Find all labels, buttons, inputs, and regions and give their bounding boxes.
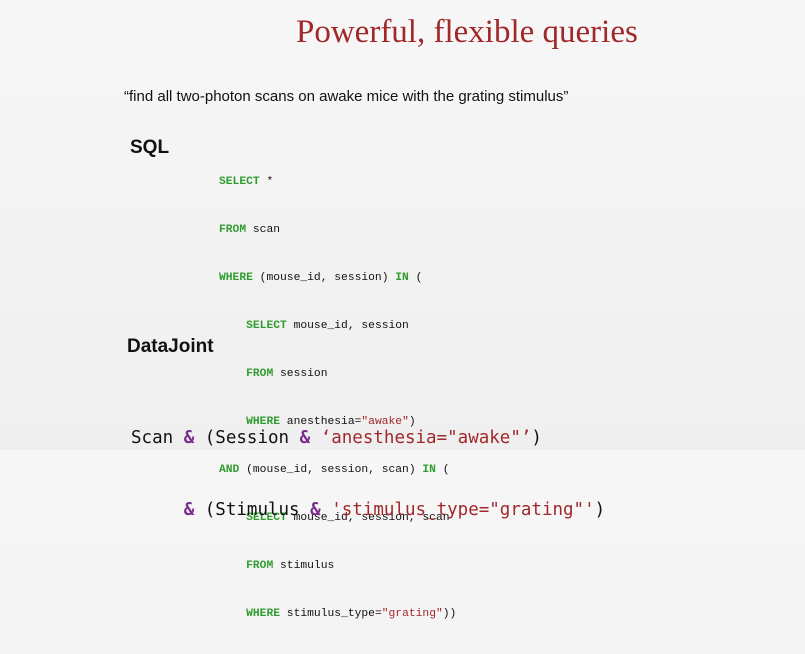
- sql-keyword: SELECT: [246, 320, 287, 332]
- sql-string: "grating": [381, 608, 443, 620]
- sql-indent: [219, 320, 246, 332]
- sql-text: (: [408, 272, 423, 284]
- datajoint-line: Scan & (Session & ‘anesthesia="awake"’): [131, 426, 605, 450]
- sql-text: stimulus_type=: [280, 608, 382, 620]
- sql-line: WHERE (mouse_id, session) IN (: [219, 270, 456, 286]
- sql-line: FROM scan: [219, 222, 456, 238]
- dj-text: ): [531, 428, 542, 448]
- datajoint-line: & (Stimulus & 'stimulus_type="grating"'): [131, 498, 606, 522]
- dj-operator: &: [310, 500, 321, 520]
- dj-operator: &: [183, 428, 195, 448]
- dj-string: ‘anesthesia="awake"’: [320, 428, 532, 448]
- sql-text: )): [442, 608, 457, 620]
- dj-string: 'stimulus_type="grating"': [331, 500, 595, 520]
- sql-keyword: FROM: [219, 224, 247, 236]
- sql-line: WHERE stimulus_type="grating")): [219, 606, 456, 622]
- sql-indent: [219, 608, 246, 620]
- dj-operator: &: [183, 500, 195, 520]
- sql-text: *: [259, 176, 274, 188]
- dj-text: (Stimulus: [194, 500, 311, 520]
- sql-line: SELECT *: [219, 174, 456, 190]
- sql-keyword: SELECT: [219, 176, 260, 188]
- sql-text: (mouse_id, session): [252, 272, 396, 284]
- datajoint-code-block: Scan & (Session & ‘anesthesia="awake"’) …: [131, 378, 605, 570]
- sql-keyword: WHERE: [246, 608, 281, 620]
- sql-text: mouse_id, session: [286, 320, 409, 332]
- datajoint-label: DataJoint: [127, 336, 214, 357]
- dj-operator: &: [299, 428, 311, 448]
- dj-text: [321, 500, 332, 520]
- sql-keyword: WHERE: [219, 272, 253, 284]
- sql-label: SQL: [130, 137, 170, 158]
- sql-text: scan: [246, 224, 281, 236]
- query-description: “find all two-photon scans on awake mice…: [124, 88, 569, 105]
- dj-text: ): [594, 500, 606, 520]
- slide: Powerful, flexible queries “find all two…: [0, 0, 805, 620]
- sql-line: SELECT mouse_id, session: [219, 318, 456, 334]
- dj-text: Scan: [131, 428, 184, 448]
- sql-keyword: IN: [395, 272, 409, 284]
- dj-indent: [131, 500, 184, 520]
- dj-text: (Session: [194, 428, 300, 448]
- slide-title: Powerful, flexible queries: [296, 14, 638, 50]
- dj-text: [310, 428, 321, 448]
